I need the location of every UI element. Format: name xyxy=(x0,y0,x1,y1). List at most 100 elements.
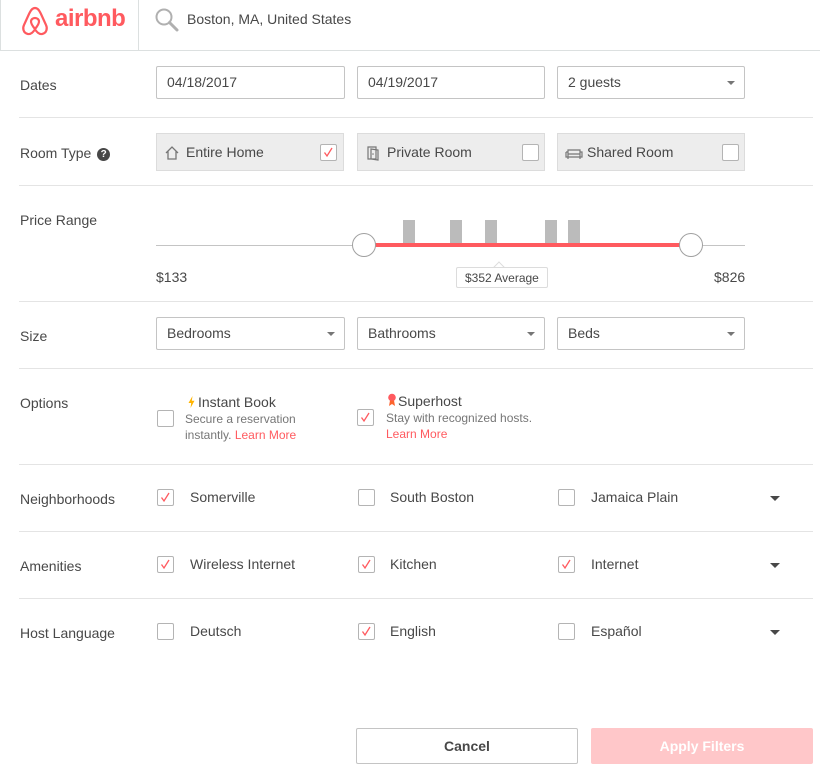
price-slider-range xyxy=(364,243,691,247)
price-histogram-bar xyxy=(403,220,415,245)
amenity-checkbox[interactable] xyxy=(558,556,575,573)
neighborhood-checkbox[interactable] xyxy=(558,489,575,506)
bathrooms-select-value: Bathrooms xyxy=(368,325,436,341)
expand-neighborhoods-icon[interactable] xyxy=(770,496,780,501)
door-icon xyxy=(367,146,379,161)
size-label: Size xyxy=(20,328,48,344)
language-label: Español xyxy=(591,623,642,639)
price-histogram-bar xyxy=(568,220,580,245)
language-label: English xyxy=(390,623,436,639)
amenities-label: Amenities xyxy=(20,558,82,574)
checkout-input[interactable]: 04/19/2017 xyxy=(357,66,545,99)
host-language-label: Host Language xyxy=(20,625,115,641)
room-type-shared-room[interactable]: Shared Room xyxy=(557,133,745,171)
dates-label: Dates xyxy=(20,77,57,93)
bedrooms-select[interactable]: Bedrooms xyxy=(156,317,345,350)
neighborhood-checkbox[interactable] xyxy=(157,489,174,506)
price-range-label: Price Range xyxy=(20,212,98,228)
couch-icon xyxy=(565,149,583,159)
location-search-input[interactable]: Boston, MA, United States xyxy=(187,11,351,27)
room-type-entire-home-label: Entire Home xyxy=(186,144,264,160)
room-type-shared-room-label: Shared Room xyxy=(587,144,674,160)
guests-select-value: 2 guests xyxy=(568,74,621,90)
help-icon[interactable]: ? xyxy=(97,148,111,161)
room-type-private-room-checkbox[interactable] xyxy=(522,144,539,161)
instant-book-checkbox[interactable] xyxy=(157,410,174,427)
logo-text: airbnb xyxy=(55,5,126,32)
amenity-label: Kitchen xyxy=(390,556,437,572)
instant-book-desc-line2: instantly. Learn More xyxy=(185,427,296,443)
apply-filters-button[interactable]: Apply Filters xyxy=(591,728,813,764)
caret-down-icon xyxy=(327,332,335,336)
neighborhood-label: Jamaica Plain xyxy=(591,489,679,505)
neighborhoods-label: Neighborhoods xyxy=(20,491,115,507)
room-type-entire-home-checkbox[interactable] xyxy=(320,144,337,161)
price-max-label: $826 xyxy=(714,269,746,285)
checkin-input[interactable]: 04/18/2017 xyxy=(156,66,345,99)
price-slider-max-handle[interactable] xyxy=(679,233,703,257)
expand-host-language-icon[interactable] xyxy=(770,630,780,635)
divider xyxy=(19,301,813,302)
beds-select-value: Beds xyxy=(568,325,600,341)
divider xyxy=(19,185,813,186)
airbnb-belo-icon xyxy=(22,6,48,36)
instant-book-learn-more-link[interactable]: Learn More xyxy=(235,428,296,442)
amenity-label: Wireless Internet xyxy=(190,556,296,572)
bathrooms-select[interactable]: Bathrooms xyxy=(357,317,545,350)
price-slider-min-handle[interactable] xyxy=(352,233,376,257)
price-histogram-bar xyxy=(450,220,462,245)
divider xyxy=(19,368,813,369)
cancel-button[interactable]: Cancel xyxy=(356,728,578,764)
divider xyxy=(19,117,813,118)
superhost-learn-more-link[interactable]: Learn More xyxy=(386,426,447,442)
room-type-label: Room Type ? xyxy=(20,145,111,161)
checkmark-icon xyxy=(360,412,370,423)
language-checkbox[interactable] xyxy=(358,623,375,640)
home-icon xyxy=(165,146,179,160)
price-min-label: $133 xyxy=(156,269,188,285)
lightning-icon xyxy=(188,396,195,408)
language-checkbox[interactable] xyxy=(558,623,575,640)
price-histogram-bar xyxy=(485,220,497,245)
checkmark-icon xyxy=(561,559,571,570)
header: airbnb Boston, MA, United States xyxy=(0,0,820,51)
neighborhood-label: Somerville xyxy=(190,489,256,505)
divider xyxy=(19,531,813,532)
divider xyxy=(19,598,813,599)
expand-amenities-icon[interactable] xyxy=(770,563,780,568)
caret-down-icon xyxy=(727,332,735,336)
airbnb-logo[interactable]: airbnb xyxy=(0,0,139,51)
divider xyxy=(19,464,813,465)
room-type-shared-room-checkbox[interactable] xyxy=(722,144,739,161)
checkmark-icon xyxy=(323,147,333,158)
room-type-private-room[interactable]: Private Room xyxy=(357,133,545,171)
room-type-entire-home[interactable]: Entire Home xyxy=(156,133,344,171)
room-type-label-text: Room Type xyxy=(20,145,92,161)
instant-book-desc: Secure a reservation xyxy=(185,412,296,426)
superhost-badge-icon xyxy=(388,393,396,406)
price-average-tag: $352 Average xyxy=(456,267,548,288)
checkmark-icon xyxy=(160,492,170,503)
neighborhood-checkbox[interactable] xyxy=(358,489,375,506)
room-type-private-room-label: Private Room xyxy=(387,144,472,160)
beds-select[interactable]: Beds xyxy=(557,317,745,350)
language-checkbox[interactable] xyxy=(157,623,174,640)
instant-book-desc-text: instantly. xyxy=(185,428,232,442)
checkmark-icon xyxy=(160,559,170,570)
superhost-checkbox[interactable] xyxy=(357,409,374,426)
amenity-checkbox[interactable] xyxy=(358,556,375,573)
checkmark-icon xyxy=(361,626,371,637)
superhost-title: Superhost xyxy=(398,393,462,409)
guests-select[interactable]: 2 guests xyxy=(557,66,745,99)
instant-book-title: Instant Book xyxy=(198,394,276,410)
search-icon xyxy=(155,8,179,32)
language-label: Deutsch xyxy=(190,623,242,639)
checkmark-icon xyxy=(361,559,371,570)
amenity-checkbox[interactable] xyxy=(157,556,174,573)
amenity-label: Internet xyxy=(591,556,639,572)
options-label: Options xyxy=(20,395,69,411)
caret-down-icon xyxy=(727,81,735,85)
caret-down-icon xyxy=(527,332,535,336)
bedrooms-select-value: Bedrooms xyxy=(167,325,231,341)
price-histogram-bar xyxy=(545,220,557,245)
